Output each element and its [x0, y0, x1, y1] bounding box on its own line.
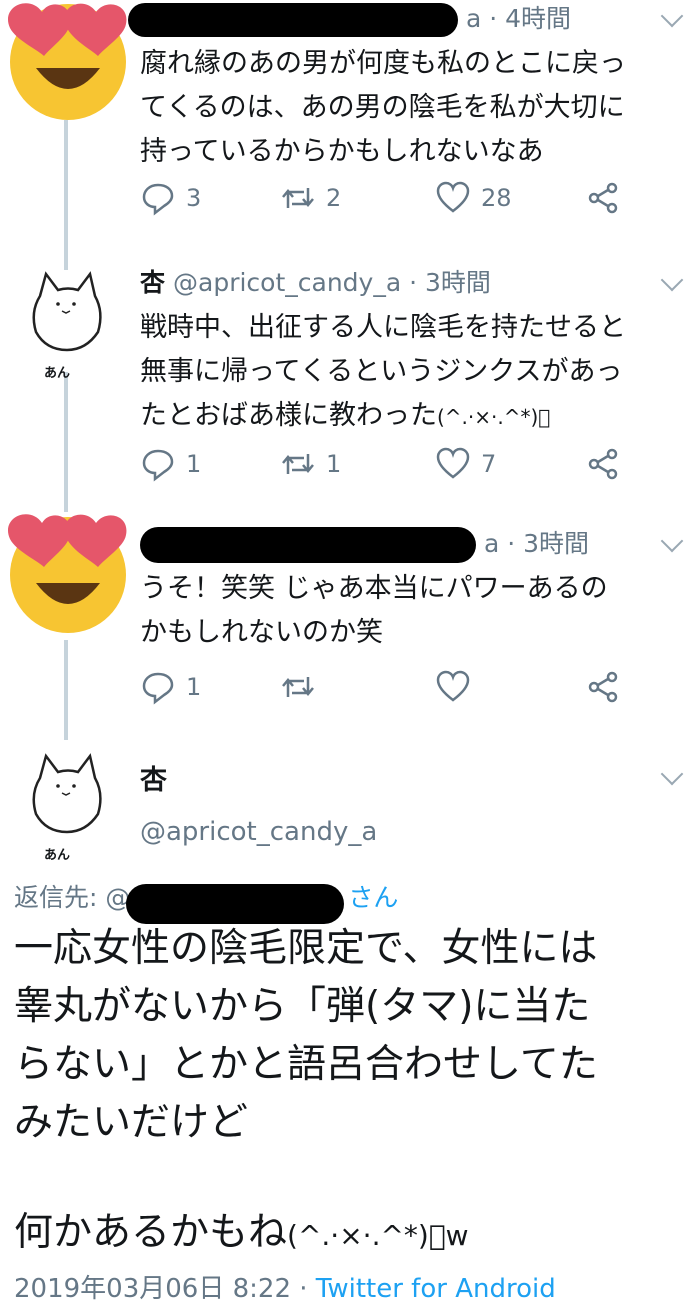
retweet-button[interactable]: 1: [280, 446, 341, 482]
tweet-time: a · 3時間: [483, 529, 590, 558]
reply-icon: [142, 183, 174, 216]
cat-avatar[interactable]: あん: [22, 268, 112, 384]
like-icon: [436, 181, 470, 213]
tweet-meta: 2019年03月06日 8:22 · Twitter for Android: [14, 1268, 556, 1305]
retweet-icon: [282, 677, 314, 697]
display-name[interactable]: 杏: [140, 268, 165, 297]
like-button[interactable]: [435, 669, 481, 705]
tweet-text: 戦時中、出征する人に陰毛を持たせると 無事に帰ってくるというジンクスがあっ たと…: [140, 312, 626, 431]
tweet-text: 腐れ縁のあの男が何度も私のとこに戻っ てくるのは、あの男の陰毛を私が大切に 持っ…: [140, 48, 626, 167]
retweet-button[interactable]: [280, 669, 326, 705]
reply-icon: [142, 449, 174, 482]
like-icon: [436, 670, 470, 702]
heart-eyes-emoji-avatar[interactable]: [0, 0, 136, 130]
share-button[interactable]: [585, 669, 631, 705]
display-name[interactable]: 杏: [140, 758, 672, 797]
reply-to-line: 返信先: @ さん: [14, 878, 398, 924]
like-button[interactable]: 28: [435, 180, 512, 216]
reply-button[interactable]: 3: [140, 180, 201, 216]
cat-avatar[interactable]: あん: [22, 750, 112, 866]
heart-eyes-emoji: [7, 3, 127, 120]
tweet[interactable]: あん 杏 @apricot_candy_a · 3時間 戦時中、出征する人に陰毛を…: [0, 262, 700, 492]
reply-to-link[interactable]: さん: [348, 883, 398, 912]
redacted-name: [140, 527, 476, 563]
tweet-header: a · 3時間: [140, 527, 684, 563]
like-button[interactable]: 7: [435, 446, 496, 482]
kaomoji: (^.·×·.^*)ﾞ: [437, 405, 551, 429]
share-button[interactable]: [585, 446, 631, 482]
retweet-icon: [282, 188, 314, 208]
avatar-caption: あん: [44, 848, 71, 863]
reply-button[interactable]: 1: [140, 669, 201, 705]
retweet-button[interactable]: 2: [280, 180, 341, 216]
retweet-icon: [282, 454, 314, 474]
share-icon: [588, 671, 618, 703]
kaomoji: (^.·×·.^*)ﾞw: [287, 1219, 469, 1252]
reply-button[interactable]: 1: [140, 446, 201, 482]
redacted-handle: [126, 884, 345, 924]
tweet[interactable]: a · 4時間 腐れ縁のあの男が何度も私のとこに戻っ てくるのは、あの男の陰毛を…: [0, 0, 700, 250]
chevron-down-icon[interactable]: [660, 268, 684, 292]
timestamp: 2019年03月06日 8:22 ·: [14, 1274, 316, 1304]
chevron-down-icon[interactable]: [660, 4, 684, 28]
redacted-name: [128, 3, 458, 37]
tweet-header: a · 4時間: [128, 2, 684, 37]
reply-icon: [142, 672, 174, 705]
tweet-handle[interactable]: @apricot_candy_a: [140, 817, 680, 847]
share-button[interactable]: [585, 180, 631, 216]
heart-eyes-emoji-avatar[interactable]: [0, 507, 136, 641]
main-tweet-text: 一応女性の陰毛限定で、女性には 睾丸がないから「弾(タマ)に当た らない」とかと…: [14, 926, 598, 1255]
tweet-header: 杏 @apricot_candy_a · 3時間: [140, 266, 684, 300]
avatar-caption: あん: [44, 366, 71, 381]
tweet-time: a · 4時間: [465, 4, 572, 33]
chevron-down-icon[interactable]: [660, 529, 684, 553]
client-link[interactable]: Twitter for Android: [316, 1274, 556, 1304]
tweet-text: うそ！笑笑 じゃあ本当にパワーあるの かもしれないのか笑: [140, 573, 608, 648]
tweet-handle[interactable]: @apricot_candy_a · 3時間: [173, 268, 491, 297]
heart-eyes-emoji: [7, 514, 127, 633]
share-icon: [588, 448, 618, 480]
tweet[interactable]: a · 3時間 うそ！笑笑 じゃあ本当にパワーあるの かもしれないのか笑 1: [0, 505, 700, 725]
like-icon: [436, 447, 470, 479]
share-icon: [588, 182, 618, 214]
